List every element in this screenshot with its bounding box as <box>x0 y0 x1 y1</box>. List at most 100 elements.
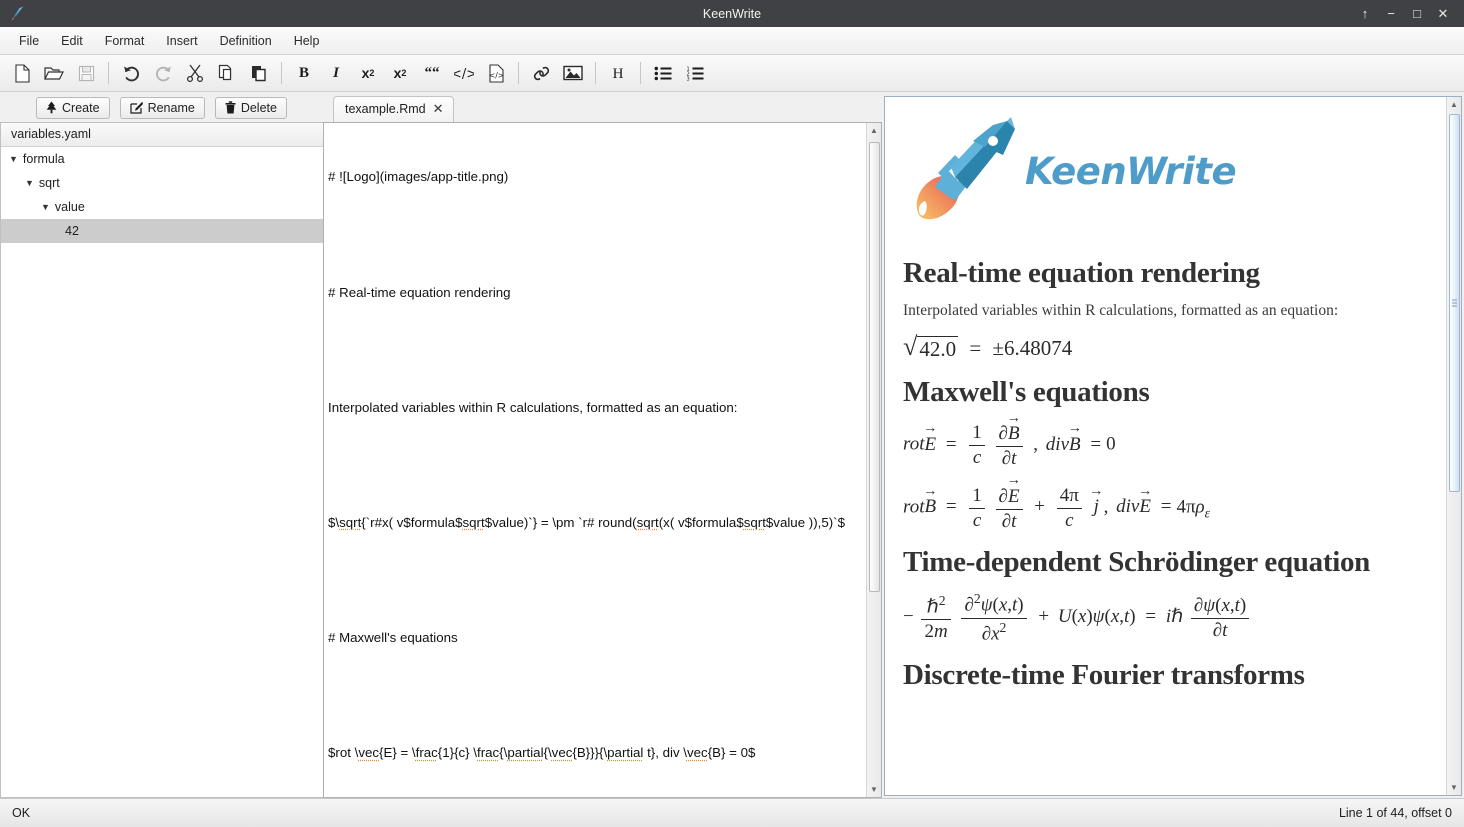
heading-icon[interactable]: H <box>602 58 634 88</box>
preview-heading-fourier: Discrete-time Fourier transforms <box>903 659 1424 692</box>
menu-definition[interactable]: Definition <box>209 30 283 52</box>
window-controls: ↑ − □ ✕ <box>1352 0 1464 27</box>
editor-line-blank <box>328 571 858 590</box>
scroll-up-icon[interactable]: ▲ <box>1447 97 1462 112</box>
editor-line-blank <box>328 340 858 359</box>
chevron-down-icon[interactable]: ▼ <box>25 178 34 188</box>
tab-texample-rmd[interactable]: texample.Rmd ✕ <box>333 96 454 122</box>
editor-line-blank <box>328 686 858 705</box>
superscript-icon[interactable]: x2 <box>352 58 384 88</box>
main-split: Create Rename Delete variables.yaml <box>0 92 1464 798</box>
editor-text-content[interactable]: # ![Logo](images/app-title.png) # Real-t… <box>324 123 866 797</box>
always-on-top-button[interactable]: ↑ <box>1352 0 1378 27</box>
code-icon[interactable]: </> <box>448 58 480 88</box>
scroll-up-icon[interactable]: ▲ <box>867 123 882 138</box>
tree-item-label: sqrt <box>39 176 60 190</box>
blockquote-icon[interactable]: ““ <box>416 58 448 88</box>
preview-paragraph-intro: Interpolated variables within R calculat… <box>903 302 1424 320</box>
editor-line-blank <box>328 225 858 244</box>
paste-icon[interactable] <box>243 58 275 88</box>
menu-help[interactable]: Help <box>283 30 331 52</box>
preview-vertical-scrollbar[interactable]: ▲ ▼ <box>1446 97 1461 795</box>
delete-button[interactable]: Delete <box>215 97 287 119</box>
create-button-label: Create <box>62 101 100 115</box>
preview-equation-maxwell-1: rotE = 1c ∂B∂t , divB =0 <box>903 421 1424 470</box>
scroll-down-icon[interactable]: ▼ <box>1447 780 1462 795</box>
window-title: KeenWrite <box>0 7 1464 21</box>
tree-item-label: 42 <box>65 224 79 238</box>
chevron-down-icon[interactable]: ▼ <box>9 154 18 164</box>
preview-heading-realtime: Real-time equation rendering <box>903 257 1424 290</box>
close-button[interactable]: ✕ <box>1430 0 1456 27</box>
toolbar-separator-3 <box>518 62 519 84</box>
preview-equation-sqrt: √42.0 = ±6.48074 <box>903 334 1424 362</box>
equals-sign: = <box>969 336 981 360</box>
toolbar-separator-4 <box>595 62 596 84</box>
unordered-list-icon[interactable] <box>647 58 679 88</box>
ordered-list-icon[interactable]: 123 <box>679 58 711 88</box>
status-bar: OK Line 1 of 44, offset 0 <box>0 798 1464 827</box>
trash-icon <box>225 101 236 114</box>
menu-format[interactable]: Format <box>94 30 156 52</box>
delete-button-label: Delete <box>241 101 277 115</box>
rename-button-label: Rename <box>148 101 195 115</box>
preview-scroll-track[interactable] <box>1447 112 1462 780</box>
cut-icon[interactable] <box>179 58 211 88</box>
svg-text:</>: </> <box>488 71 503 80</box>
preview-scroll-thumb[interactable] <box>1449 114 1460 492</box>
keenwrite-window: KeenWrite ↑ − □ ✕ File Edit Format Inser… <box>0 0 1464 827</box>
fenced-code-block-icon[interactable]: </> <box>480 58 512 88</box>
scroll-thumb-grip-icon <box>1452 298 1457 309</box>
sqrt-radicand-value: 42.0 <box>917 336 958 362</box>
minimize-button[interactable]: − <box>1378 0 1404 27</box>
variables-tree[interactable]: variables.yaml ▼ formula ▼ sqrt ▼ value … <box>0 122 323 798</box>
bold-icon[interactable]: B <box>288 58 320 88</box>
create-button[interactable]: Create <box>36 97 110 119</box>
image-icon[interactable] <box>557 58 589 88</box>
link-icon[interactable] <box>525 58 557 88</box>
preview-document[interactable]: KeenWrite Real-time equation rendering I… <box>885 97 1446 795</box>
preview-heading-schrodinger: Time-dependent Schrödinger equation <box>903 546 1424 579</box>
save-file-icon[interactable] <box>70 58 102 88</box>
open-file-icon[interactable] <box>38 58 70 88</box>
menu-file[interactable]: File <box>8 30 50 52</box>
pencil-square-icon <box>130 101 143 114</box>
redo-icon[interactable] <box>147 58 179 88</box>
tree-item-sqrt[interactable]: ▼ sqrt <box>1 171 323 195</box>
chevron-down-icon[interactable]: ▼ <box>41 202 50 212</box>
editor-scroll-thumb[interactable] <box>869 142 880 592</box>
variables-toolbar: Create Rename Delete <box>0 92 323 121</box>
menu-bar: File Edit Format Insert Definition Help <box>0 27 1464 55</box>
copy-icon[interactable] <box>211 58 243 88</box>
logo-wordmark: KeenWrite <box>1025 150 1236 193</box>
keenwrite-rocket-pen-logo: KeenWrite <box>911 115 1424 227</box>
sqrt-result-value: 6.48074 <box>1004 336 1072 360</box>
status-message: OK <box>12 806 30 820</box>
preview-frame: KeenWrite Real-time equation rendering I… <box>884 96 1462 796</box>
undo-icon[interactable] <box>115 58 147 88</box>
subscript-icon[interactable]: x2 <box>384 58 416 88</box>
editor-area: # ![Logo](images/app-title.png) # Real-t… <box>323 122 882 798</box>
plus-minus-sign: ± <box>993 336 1005 360</box>
italic-icon[interactable]: I <box>320 58 352 88</box>
editor-vertical-scrollbar[interactable]: ▲ ▼ <box>866 123 881 797</box>
new-file-icon[interactable] <box>6 58 38 88</box>
editor-line: Interpolated variables within R calculat… <box>328 398 858 417</box>
menu-edit[interactable]: Edit <box>50 30 94 52</box>
svg-text:H: H <box>613 66 624 82</box>
tree-item-value[interactable]: ▼ value <box>1 195 323 219</box>
app-pen-nib-icon <box>0 5 34 22</box>
caret-position: Line 1 of 44, offset 0 <box>1339 806 1452 820</box>
variables-pane: Create Rename Delete variables.yaml <box>0 92 323 798</box>
svg-text:</>: </> <box>454 67 474 81</box>
maximize-button[interactable]: □ <box>1404 0 1430 27</box>
rename-button[interactable]: Rename <box>120 97 205 119</box>
close-icon[interactable]: ✕ <box>433 101 444 117</box>
tree-icon <box>46 101 57 114</box>
scroll-down-icon[interactable]: ▼ <box>867 782 882 797</box>
editor-scroll-track[interactable] <box>867 138 882 782</box>
tree-item-42[interactable]: 42 <box>1 219 323 243</box>
menu-insert[interactable]: Insert <box>155 30 208 52</box>
variables-file-label: variables.yaml <box>1 123 323 147</box>
tree-item-formula[interactable]: ▼ formula <box>1 147 323 171</box>
